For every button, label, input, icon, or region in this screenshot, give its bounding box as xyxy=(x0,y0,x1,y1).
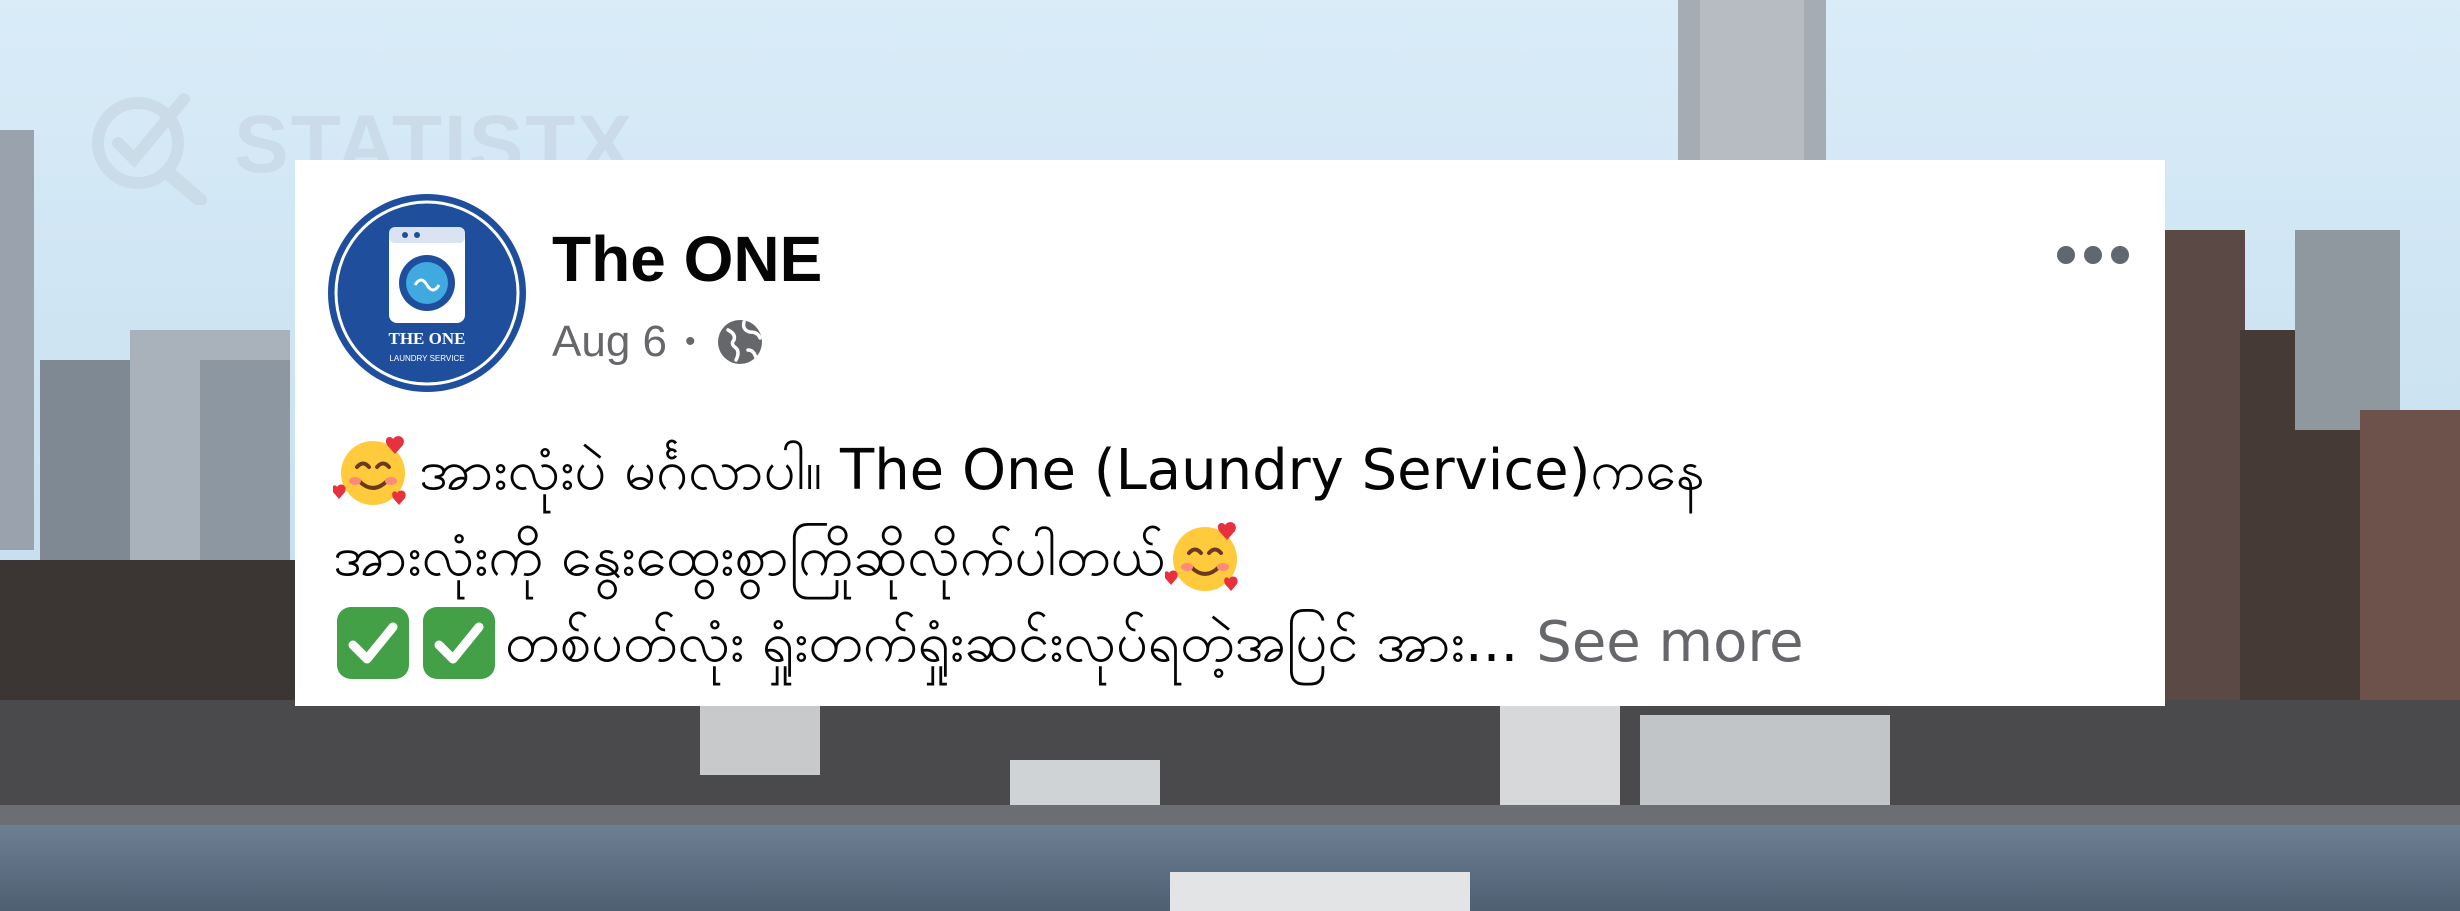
page-avatar[interactable]: THE ONE LAUNDRY SERVICE xyxy=(327,193,527,393)
more-options-button[interactable] xyxy=(2057,246,2129,264)
post-line-2: အားလုံးကို နွေးထွေးစွာကြိုဆိုလိုက်ပါတယ် xyxy=(333,514,2133,600)
smiling-face-with-hearts-emoji xyxy=(1165,517,1245,597)
facebook-post-card: THE ONE LAUNDRY SERVICE The ONE Aug 6 • xyxy=(295,160,2165,706)
post-message: အားလုံးပဲ မင်္ဂလာပါ။ The One (Laundry Se… xyxy=(333,428,2133,686)
page-name-link[interactable]: The ONE xyxy=(552,222,822,296)
post-line-3: တစ်ပတ်လုံး ရှုံးတက်ရှုံးဆင်းလုပ်ရတဲ့အပြင… xyxy=(333,600,2133,686)
check-mark-button-emoji xyxy=(333,603,413,683)
more-horizontal-icon xyxy=(2057,246,2075,264)
logo-subtitle: LAUNDRY SERVICE xyxy=(389,354,464,363)
post-line-text: အားလုံးပဲ မင်္ဂလာပါ။ The One (Laundry Se… xyxy=(419,438,1705,503)
globe-icon[interactable] xyxy=(714,316,766,368)
magnifier-check-icon xyxy=(92,93,207,205)
logo-title: THE ONE xyxy=(389,329,466,348)
check-mark-button-emoji xyxy=(419,603,499,683)
post-meta: Aug 6 • xyxy=(552,312,766,372)
post-line-text: အားလုံးကို နွေးထွေးစွာကြိုဆိုလိုက်ပါတယ် xyxy=(333,524,1166,589)
post-line-1: အားလုံးပဲ မင်္ဂလာပါ။ The One (Laundry Se… xyxy=(333,428,2133,514)
meta-separator: • xyxy=(684,325,696,358)
see-more-link[interactable]: See more xyxy=(1536,600,1803,686)
post-date-link[interactable]: Aug 6 xyxy=(552,317,667,367)
smiling-face-with-hearts-emoji xyxy=(333,431,413,511)
post-line-text: တစ်ပတ်လုံး ရှုံးတက်ရှုံးဆင်းလုပ်ရတဲ့အပြင… xyxy=(505,610,1519,675)
